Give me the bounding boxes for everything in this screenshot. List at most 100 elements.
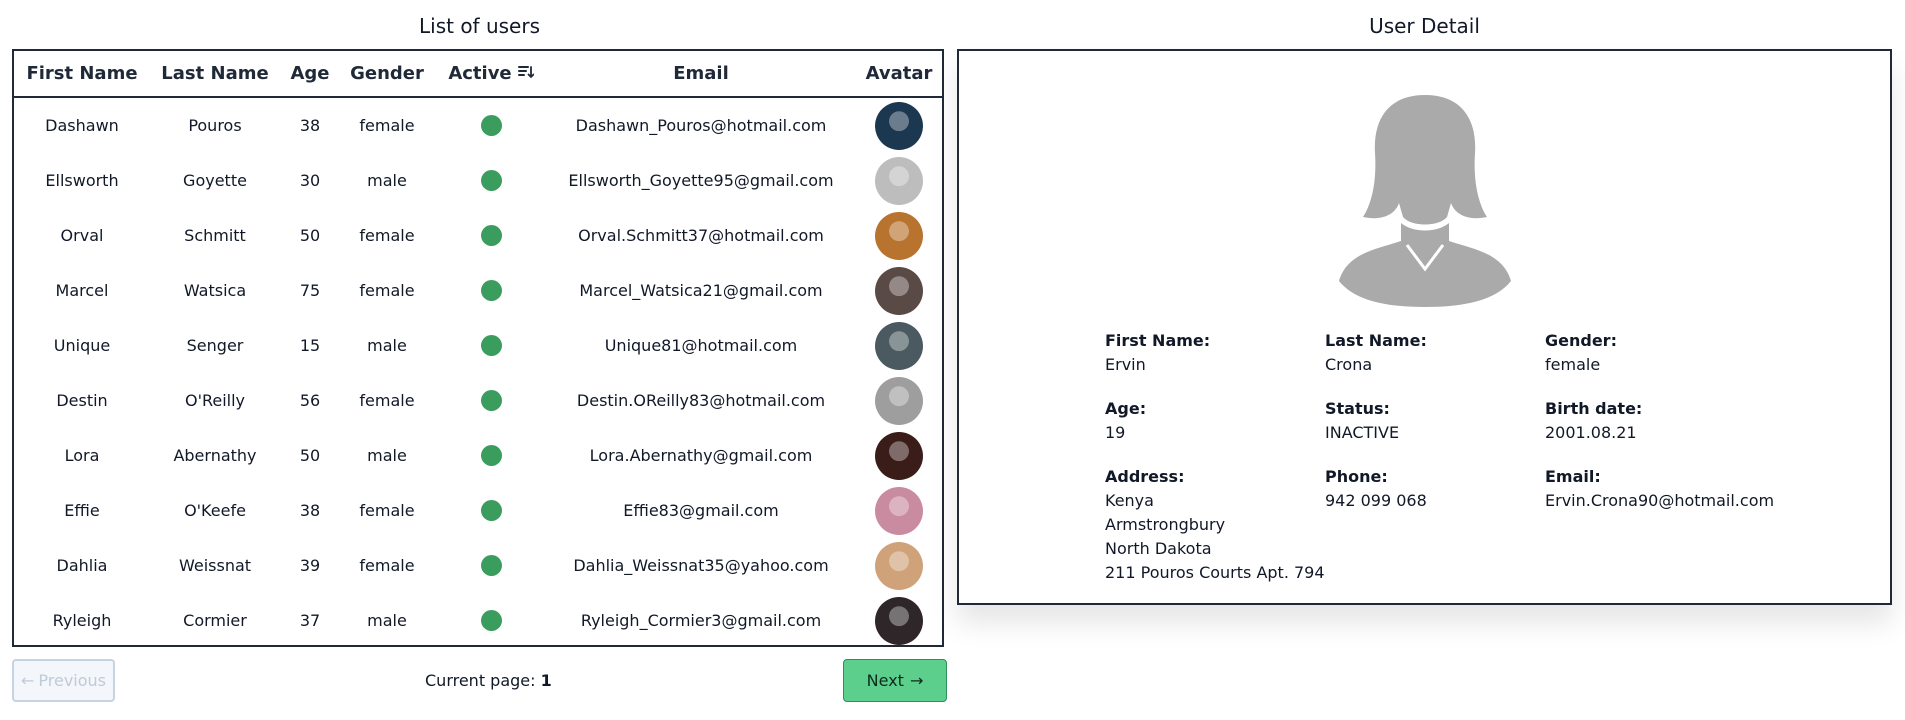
active-status-dot	[480, 280, 502, 301]
age-cell: 38	[299, 501, 321, 520]
email-cell: Dashawn_Pouros@hotmail.com	[575, 116, 827, 135]
previous-button[interactable]: ← Previous	[12, 659, 115, 702]
first-name-cell: Destin	[56, 391, 108, 410]
active-status-dot	[480, 170, 502, 191]
gender-cell: female	[359, 116, 415, 135]
avatar	[875, 486, 923, 535]
active-cell	[434, 593, 548, 645]
table-row[interactable]: Dahlia Weissnat 39 female Dahlia_Weissnat35@…	[14, 538, 942, 593]
age-cell: 30	[299, 171, 321, 190]
gender-cell: female	[359, 281, 415, 300]
table-row[interactable]: Ellsworth Goyette 30 male Ellsworth_Goyette9…	[14, 153, 942, 208]
email-cell: Ryleigh_Cormier3@gmail.com	[580, 611, 822, 630]
current-page-label: Current page:	[425, 671, 536, 690]
address-line: Armstrongbury	[1105, 515, 1226, 534]
last-name-cell: Abernathy	[173, 446, 257, 465]
sort-icon[interactable]	[517, 63, 535, 84]
last-name-label: Last Name:	[1325, 331, 1427, 350]
user-detail-card: First Name: Ervin Last Name: Crona Gende…	[957, 49, 1892, 605]
first-name-cell: Dahlia	[56, 556, 108, 575]
avatar-cell	[854, 208, 942, 263]
detail-status: Status: INACTIVE	[1325, 397, 1399, 445]
avatar-cell	[854, 263, 942, 318]
table-row[interactable]: Ryleigh Cormier 37 male Ryleigh_Cormier3@gma…	[14, 593, 942, 645]
first-name-cell: Marcel	[55, 281, 109, 300]
table-row[interactable]: Dashawn Pouros 38 female Dashawn_Pouros@hotm…	[14, 97, 942, 153]
gender-cell: male	[367, 171, 407, 190]
current-page-indicator: Current page: 1	[425, 671, 552, 690]
detail-gender: Gender: female	[1545, 329, 1617, 377]
active-status-dot	[480, 390, 502, 411]
table-row[interactable]: Marcel Watsica 75 female Marcel_Watsica21@gm…	[14, 263, 942, 318]
email-value: Ervin.Crona90@hotmail.com	[1545, 491, 1775, 510]
gender-cell: female	[359, 226, 415, 245]
detail-age: Age: 19	[1105, 397, 1146, 445]
avatar	[875, 211, 923, 260]
next-button[interactable]: Next →	[843, 659, 947, 702]
last-name-cell: Cormier	[183, 611, 247, 630]
first-name-cell: Dashawn	[45, 116, 119, 135]
active-status-dot	[480, 335, 502, 356]
age-cell: 39	[299, 556, 321, 575]
avatar	[875, 431, 923, 480]
age-cell: 56	[299, 391, 321, 410]
active-status-dot	[480, 225, 502, 246]
email-cell: Orval.Schmitt37@hotmail.com	[578, 226, 824, 245]
last-name-cell: Goyette	[183, 171, 247, 190]
first-name-label: First Name:	[1105, 331, 1211, 350]
next-label: Next	[866, 671, 904, 690]
table-row[interactable]: Effie O'Keefe 38 female Effie83@gmail.com	[14, 483, 942, 538]
active-status-dot	[480, 555, 502, 576]
age-cell: 50	[299, 226, 321, 245]
last-name-cell: O'Reilly	[184, 391, 246, 410]
first-name-cell: Ryleigh	[52, 611, 112, 630]
detail-address: Address: Kenya Armstrongbury North Dakot…	[1105, 465, 1325, 585]
header-active-label: Active	[448, 62, 512, 84]
first-name-cell: Unique	[53, 336, 111, 355]
arrow-right-icon: →	[909, 671, 924, 690]
active-cell	[434, 483, 548, 538]
last-name-cell: O'Keefe	[184, 501, 246, 520]
user-detail-title: User Detail	[1369, 14, 1480, 38]
header-avatar: Avatar	[854, 51, 942, 98]
active-cell	[434, 373, 548, 428]
header-age[interactable]: Age	[280, 51, 340, 98]
avatar	[875, 376, 923, 425]
arrow-left-icon: ←	[20, 671, 35, 690]
avatar	[875, 101, 923, 150]
active-status-dot	[480, 445, 502, 466]
active-cell	[434, 263, 548, 318]
avatar	[875, 321, 923, 370]
header-email[interactable]: Email	[548, 51, 854, 98]
header-last-name[interactable]: Last Name	[150, 51, 280, 98]
header-gender[interactable]: Gender	[340, 51, 434, 98]
header-active[interactable]: Active	[434, 51, 548, 98]
female-user-silhouette-icon	[1339, 95, 1511, 307]
address-label: Address:	[1105, 467, 1185, 486]
status-value: INACTIVE	[1325, 423, 1400, 442]
table-row[interactable]: Destin O'Reilly 56 female Destin.OReilly83@h…	[14, 373, 942, 428]
table-row[interactable]: Lora Abernathy 50 male Lora.Abernathy@gmail.…	[14, 428, 942, 483]
table-row[interactable]: Unique Senger 15 male Unique81@hotmail.com	[14, 318, 942, 373]
avatar	[875, 266, 923, 315]
active-cell	[434, 538, 548, 593]
gender-cell: male	[367, 611, 407, 630]
avatar-cell	[854, 373, 942, 428]
avatar-cell	[854, 593, 942, 645]
gender-cell: male	[367, 446, 407, 465]
email-cell: Marcel_Watsica21@gmail.com	[579, 281, 823, 300]
phone-value: 942 099 068	[1325, 491, 1427, 510]
address-line: Kenya	[1105, 491, 1154, 510]
detail-birth-date: Birth date: 2001.08.21	[1545, 397, 1642, 445]
header-first-name[interactable]: First Name	[14, 51, 150, 98]
avatar	[875, 541, 923, 590]
avatar-cell	[854, 538, 942, 593]
first-name-cell: Ellsworth	[45, 171, 119, 190]
avatar-cell	[854, 153, 942, 208]
avatar	[875, 596, 923, 645]
last-name-cell: Weissnat	[178, 556, 252, 575]
email-cell: Effie83@gmail.com	[623, 501, 779, 520]
table-row[interactable]: Orval Schmitt 50 female Orval.Schmitt37@hotm…	[14, 208, 942, 263]
active-status-dot	[480, 500, 502, 521]
detail-first-name: First Name: Ervin	[1105, 329, 1210, 377]
